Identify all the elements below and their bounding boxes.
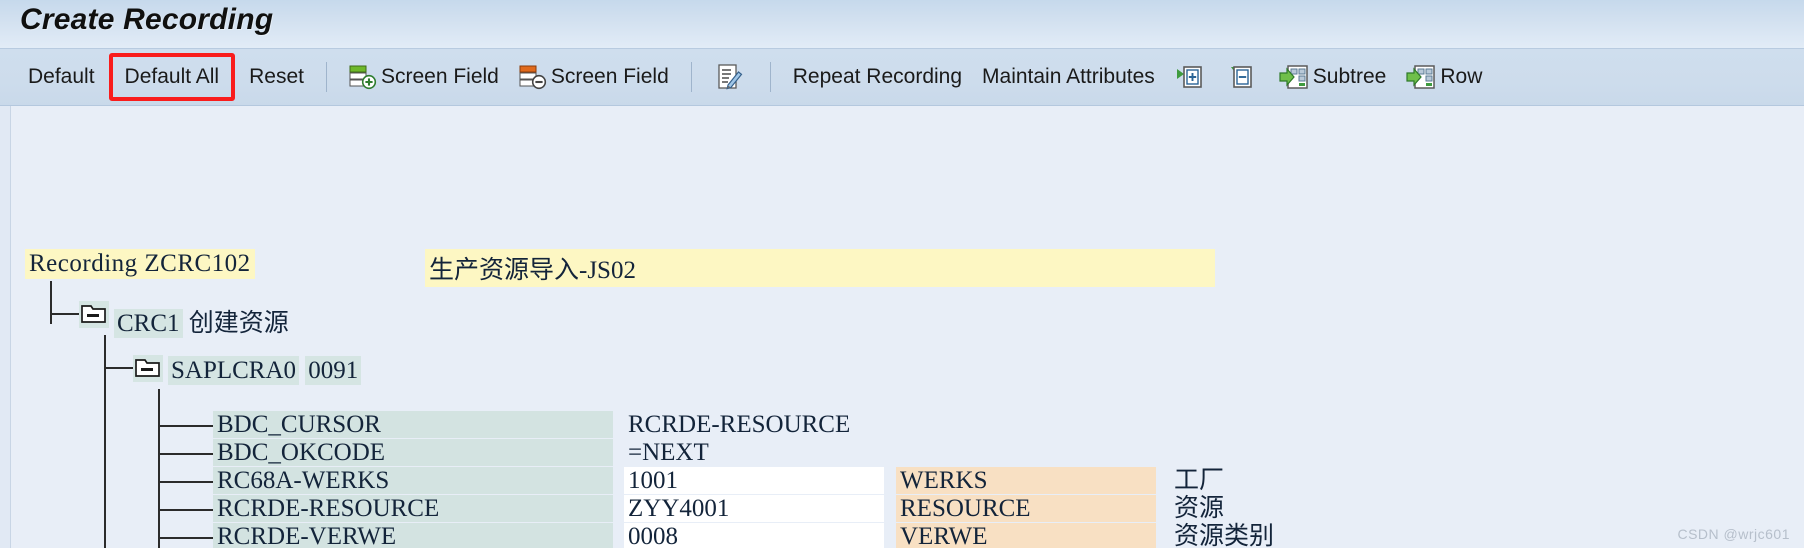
tree-node-crc1[interactable]: CRC1 创建资源 (114, 303, 289, 339)
toolbar-button-default[interactable]: Default (18, 57, 105, 97)
toolbar-button-insert-screen-field[interactable]: Screen Field (339, 57, 509, 97)
field-description: 工厂 (1174, 467, 1225, 494)
toolbar-label-insert-screen-field: Screen Field (380, 65, 499, 88)
collapse-subtree-icon (1227, 63, 1255, 91)
tree-branch-field-4 (158, 537, 214, 539)
page-title: Create Recording (20, 3, 274, 36)
tree-node-crc1-text: 创建资源 (188, 310, 289, 337)
tree-branch-field-1 (158, 453, 214, 455)
toolbar-button-edit-note[interactable] (704, 57, 758, 97)
field-name: RCRDE-VERWE (213, 523, 613, 548)
field-technical-name (896, 439, 1156, 466)
tree-root-label[interactable]: Recording ZCRC102 (25, 249, 255, 279)
field-name: BDC_CURSOR (213, 411, 613, 438)
toolbar-separator-2 (690, 62, 692, 92)
field-value[interactable]: RCRDE-RESOURCE (624, 411, 884, 438)
field-name: RC68A-WERKS (213, 467, 613, 494)
goto-subtree-icon (1279, 63, 1309, 91)
tree-branch-field-2 (158, 481, 214, 483)
table-row[interactable]: RCRDE-VERWE 0008 VERWE 资源类别 (213, 523, 1274, 548)
tree-node-crc1-code: CRC1 (114, 309, 183, 338)
field-name: BDC_OKCODE (213, 439, 613, 466)
table-row[interactable]: RC68A-WERKS 1001 WERKS 工厂 (213, 467, 1274, 494)
edit-note-icon (714, 62, 744, 92)
folder-icon[interactable] (79, 301, 109, 328)
toolbar-separator (325, 62, 327, 92)
toolbar: Default Default All Reset Screen Field S… (0, 49, 1804, 106)
toolbar-button-goto-row[interactable]: Row (1396, 57, 1492, 97)
toolbar-button-maintain-attributes[interactable]: Maintain Attributes (972, 57, 1165, 97)
field-value[interactable]: =NEXT (624, 439, 884, 466)
tree-node-screen-0091-program: SAPLCRA0 (168, 356, 300, 385)
expand-subtree-icon (1175, 63, 1203, 91)
folder-icon[interactable] (133, 355, 163, 382)
toolbar-button-expand-subtree[interactable] (1165, 57, 1217, 97)
field-value[interactable]: ZYY4001 (624, 495, 884, 522)
tree-connector-horizontal-2 (104, 367, 134, 369)
tree-connector-vertical-spine (104, 367, 106, 548)
tree-node-screen-0091-number: 0091 (305, 356, 362, 385)
window-title-bar: Create Recording (0, 0, 1804, 49)
tree-connector-horizontal-1 (50, 313, 80, 315)
field-technical-name: VERWE (896, 523, 1156, 548)
insert-screen-field-icon (349, 64, 377, 90)
field-description: 资源类别 (1174, 523, 1275, 548)
toolbar-button-default-all[interactable]: Default All (108, 53, 236, 101)
table-row[interactable]: BDC_CURSOR RCRDE-RESOURCE (213, 411, 1274, 438)
tree-connector-vertical-fields (158, 389, 160, 548)
tree-node-screen-0091[interactable]: SAPLCRA0 0091 (168, 356, 362, 385)
toolbar-label-default: Default (28, 65, 95, 88)
toolbar-label-repeat-recording: Repeat Recording (792, 65, 963, 88)
field-technical-name: WERKS (896, 467, 1156, 494)
recording-tree-panel: Recording ZCRC102 生产资源导入-JS02 CRC1 创建资源 … (0, 106, 1804, 548)
field-name: RCRDE-RESOURCE (213, 495, 613, 522)
toolbar-label-goto-row: Row (1440, 65, 1483, 88)
watermark: CSDN @wrjc601 (1677, 526, 1790, 542)
goto-row-icon (1406, 63, 1436, 91)
tree-branch-field-0 (158, 425, 214, 427)
toolbar-button-repeat-recording[interactable]: Repeat Recording (783, 57, 972, 97)
tree-branch-field-3 (158, 509, 214, 511)
field-value[interactable]: 1001 (624, 467, 884, 494)
toolbar-button-delete-screen-field[interactable]: Screen Field (509, 57, 679, 97)
toolbar-label-delete-screen-field: Screen Field (550, 65, 669, 88)
toolbar-label-default-all: Default All (124, 65, 220, 88)
field-description (1172, 411, 1174, 438)
field-value[interactable]: 0008 (624, 523, 884, 548)
delete-screen-field-icon (519, 64, 547, 90)
toolbar-separator-3 (769, 62, 771, 92)
toolbar-label-goto-subtree: Subtree (1312, 65, 1387, 88)
toolbar-button-collapse-subtree[interactable] (1217, 57, 1269, 97)
toolbar-button-goto-subtree[interactable]: Subtree (1269, 57, 1397, 97)
toolbar-label-reset: Reset (249, 65, 304, 88)
field-technical-name (896, 411, 1156, 438)
table-row[interactable]: RCRDE-RESOURCE ZYY4001 RESOURCE 资源 (213, 495, 1274, 522)
tree-connector-vertical-1 (50, 281, 52, 324)
toolbar-label-maintain-attributes: Maintain Attributes (982, 65, 1155, 88)
left-gutter (0, 106, 11, 548)
toolbar-button-reset[interactable]: Reset (239, 57, 314, 97)
field-description: 资源 (1174, 495, 1225, 522)
field-technical-name: RESOURCE (896, 495, 1156, 522)
bdc-field-table: BDC_CURSOR RCRDE-RESOURCE BDC_OKCODE =NE… (213, 411, 1274, 548)
tree-root-description[interactable]: 生产资源导入-JS02 (425, 249, 1215, 287)
table-row[interactable]: BDC_OKCODE =NEXT (213, 439, 1274, 466)
field-description (1172, 439, 1174, 466)
